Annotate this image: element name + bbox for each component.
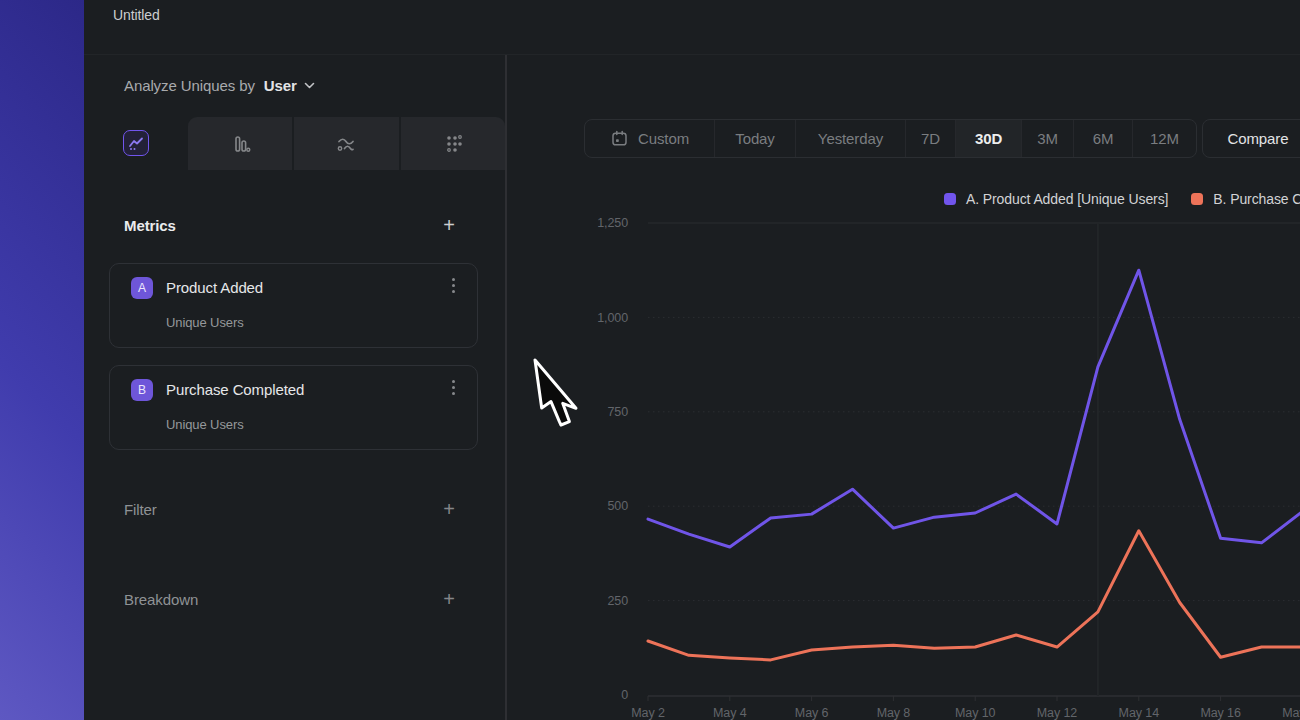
range-3m[interactable]: 3M xyxy=(1021,120,1073,157)
tab-grid-dots[interactable] xyxy=(399,117,505,170)
range-today[interactable]: Today xyxy=(714,120,795,157)
y-axis-label: 1,250 xyxy=(597,216,628,230)
range-6m[interactable]: 6M xyxy=(1073,120,1132,157)
tab-line-chart[interactable] xyxy=(84,115,188,170)
range-7d[interactable]: 7D xyxy=(905,120,955,157)
y-axis-label: 500 xyxy=(607,499,628,513)
tab-flows[interactable] xyxy=(292,117,398,170)
add-breakdown-button[interactable]: + xyxy=(440,588,458,611)
filter-section-title: Filter xyxy=(124,501,157,518)
analyze-entity-dropdown[interactable]: User xyxy=(264,77,297,94)
grid-dots-icon xyxy=(441,132,465,156)
x-axis-label: May 14 xyxy=(1119,706,1160,720)
y-axis-label: 1,000 xyxy=(597,311,628,325)
bar-chart-icon xyxy=(228,132,252,156)
range-yesterday[interactable]: Yesterday xyxy=(795,120,905,157)
metrics-section-title: Metrics xyxy=(124,217,176,234)
line-chart[interactable]: 0 250 500 750 1,000 1,250 May 2 May 4 May 6 May 8… xyxy=(505,160,1300,720)
y-axis-label: 750 xyxy=(607,405,628,419)
mouse-cursor xyxy=(532,357,582,432)
analyze-row: Analyze Uniques by User xyxy=(124,75,315,95)
x-axis-label: May 12 xyxy=(1037,706,1078,720)
tab-bar-chart[interactable] xyxy=(188,117,292,170)
x-axis-label: May 16 xyxy=(1200,706,1241,720)
flows-icon xyxy=(334,132,358,156)
metric-badge: B xyxy=(131,379,153,401)
y-axis-label: 250 xyxy=(607,594,628,608)
metric-subtitle: Unique Users xyxy=(166,314,244,332)
metric-card-b[interactable]: B Purchase Completed Unique Users xyxy=(109,365,478,450)
kebab-menu-icon[interactable] xyxy=(452,380,455,395)
range-30d[interactable]: 30D xyxy=(955,120,1021,157)
x-axis-label: May 18 xyxy=(1282,706,1300,720)
series-line-a xyxy=(648,270,1300,547)
metric-title: Product Added xyxy=(166,277,263,299)
x-axis-label: May 6 xyxy=(795,706,829,720)
date-range-bar: CustomTodayYesterday7D30D3M6M12M xyxy=(584,119,1197,158)
insights-report-page: Untitled Analyze Uniques by User Metrics… xyxy=(0,0,1300,720)
calendar-icon xyxy=(610,129,629,148)
range-custom[interactable]: Custom xyxy=(585,120,714,157)
header-divider xyxy=(84,54,1300,55)
range-12m[interactable]: 12M xyxy=(1132,120,1196,157)
y-axis-label: 0 xyxy=(621,688,628,702)
analyze-label: Analyze Uniques by xyxy=(124,77,255,94)
x-axis-label: May 8 xyxy=(877,706,911,720)
line-chart-icon xyxy=(123,130,149,156)
x-axis-label: May 4 xyxy=(713,706,747,720)
x-axis-label: May 2 xyxy=(631,706,665,720)
chevron-down-icon[interactable] xyxy=(304,82,315,89)
kebab-menu-icon[interactable] xyxy=(452,278,455,293)
add-filter-button[interactable]: + xyxy=(440,498,458,521)
compare-button[interactable]: Compare xyxy=(1202,119,1300,158)
left-gradient-strip xyxy=(0,0,84,720)
metric-badge: A xyxy=(131,277,153,299)
report-title[interactable]: Untitled xyxy=(113,0,160,30)
chart-type-tabs xyxy=(84,115,505,170)
metric-title: Purchase Completed xyxy=(166,379,304,401)
breakdown-section-title: Breakdown xyxy=(124,591,198,608)
metric-subtitle: Unique Users xyxy=(166,416,244,434)
chart-type-tab-group xyxy=(188,117,505,170)
series-line-b xyxy=(648,531,1300,660)
metric-card-a[interactable]: A Product Added Unique Users xyxy=(109,263,478,348)
add-metric-button[interactable]: + xyxy=(440,214,458,237)
x-axis-label: May 10 xyxy=(955,706,996,720)
